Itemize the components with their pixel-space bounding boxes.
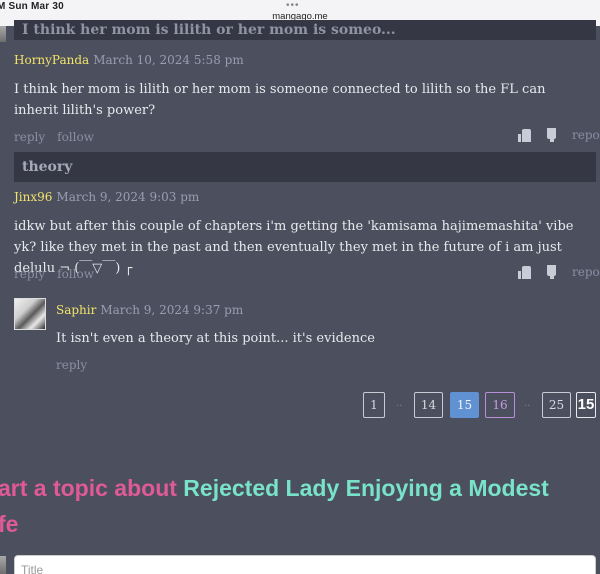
thumbs-down-icon[interactable] xyxy=(545,265,558,279)
page-button[interactable]: 14 xyxy=(414,392,443,418)
page-jump-button[interactable]: 15 xyxy=(576,392,596,418)
comment-meta: Jinx96 March 9, 2024 9:03 pm xyxy=(14,190,199,204)
reply-meta: Saphir March 9, 2024 9:37 pm xyxy=(56,303,243,317)
reply-actions: reply xyxy=(56,358,99,372)
comment-date: March 10, 2024 5:58 pm xyxy=(93,53,244,67)
reply-link[interactable]: reply xyxy=(14,267,45,281)
start-topic-prefix: art a topic about xyxy=(0,475,184,501)
report-link[interactable]: report xyxy=(572,265,600,279)
reply-date: March 9, 2024 9:37 pm xyxy=(100,303,244,317)
more-dots-icon[interactable]: ••• xyxy=(286,0,300,11)
reply-link[interactable]: reply xyxy=(56,358,87,372)
follow-link[interactable]: follow xyxy=(57,130,94,144)
comment-topic-title[interactable]: theory xyxy=(14,152,596,182)
comment-actions: reply follow xyxy=(14,130,106,144)
comment-date: March 9, 2024 9:03 pm xyxy=(56,190,200,204)
report-link[interactable]: report xyxy=(572,128,600,142)
comment-username[interactable]: HornyPanda xyxy=(14,53,89,67)
reply-text: It isn't even a theory at this point... … xyxy=(56,331,375,346)
pagination-ellipsis: .. xyxy=(524,398,531,409)
page-button[interactable]: 25 xyxy=(542,392,571,418)
page-button-next[interactable]: 16 xyxy=(485,392,515,418)
comment-meta: HornyPanda March 10, 2024 5:58 pm xyxy=(14,53,244,67)
start-topic-suffix: fe xyxy=(0,511,19,537)
start-topic-heading: art a topic about Rejected Lady Enjoying… xyxy=(0,470,598,542)
comment-username[interactable]: Jinx96 xyxy=(14,190,52,204)
thumbs-up-icon[interactable] xyxy=(518,128,531,142)
reply-username[interactable]: Saphir xyxy=(56,303,96,317)
comment-text: I think her mom is lilith or her mom is … xyxy=(14,82,546,118)
thumbs-up-icon[interactable] xyxy=(518,265,531,279)
follow-link[interactable]: follow xyxy=(57,267,94,281)
comment-topic-title[interactable]: I think her mom is lilith or her mom is … xyxy=(14,20,596,40)
comment-actions: reply follow xyxy=(14,267,106,281)
topic-title-input[interactable] xyxy=(14,555,596,574)
avatar[interactable] xyxy=(14,298,46,330)
comment-vote-actions: report xyxy=(518,265,600,279)
page-button-current[interactable]: 15 xyxy=(450,392,479,418)
page-button[interactable]: 1 xyxy=(363,392,385,418)
pagination-ellipsis: .. xyxy=(396,398,403,409)
comment-vote-actions: report xyxy=(518,128,600,142)
manga-title-link[interactable]: Rejected Lady Enjoying a Modest xyxy=(183,475,549,501)
avatar-edge xyxy=(0,26,6,42)
thumbs-down-icon[interactable] xyxy=(545,128,558,142)
reply-link[interactable]: reply xyxy=(14,130,45,144)
avatar-edge xyxy=(0,556,6,574)
